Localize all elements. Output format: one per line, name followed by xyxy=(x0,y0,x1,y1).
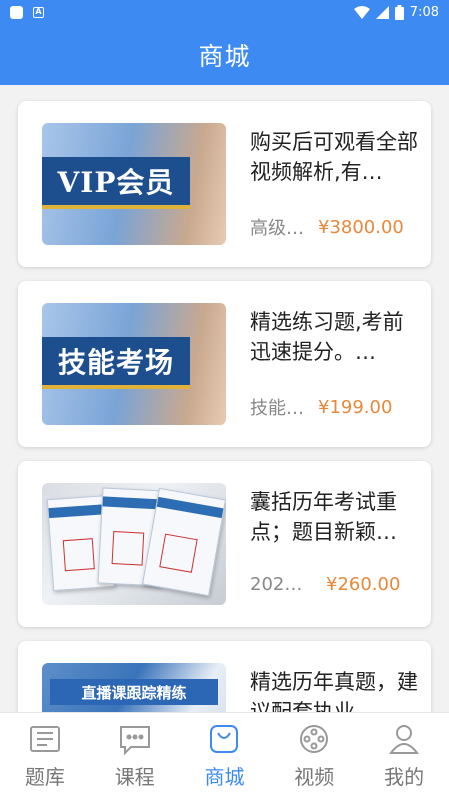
tab-label: 我的 xyxy=(384,765,425,789)
product-name: 2021… xyxy=(250,574,312,595)
wifi-icon xyxy=(353,5,370,19)
a-notification-icon: A xyxy=(33,6,44,18)
tab-label: 课程 xyxy=(114,765,155,789)
tab-question-bank[interactable]: 题库 xyxy=(5,713,85,790)
tab-video[interactable]: 视频 xyxy=(274,713,354,790)
video-reel-icon xyxy=(300,725,329,753)
status-right: 7:08 xyxy=(353,4,439,20)
product-description: 囊括历年考试重点；题目新颖… xyxy=(250,490,397,544)
tab-label: 商城 xyxy=(204,765,245,789)
tab-shop[interactable]: 商城 xyxy=(184,713,264,790)
profile-icon xyxy=(389,725,420,754)
product-price: ¥3800.00 xyxy=(318,216,404,238)
tab-label: 题库 xyxy=(24,765,65,789)
product-price: ¥199.00 xyxy=(318,396,393,418)
product-list[interactable]: VIP会员 购买后可观看全部视频解析,有… 高级… ¥3800.00 技能考场 … xyxy=(0,85,449,712)
tab-mine[interactable]: 我的 xyxy=(364,713,444,790)
status-time: 7:08 xyxy=(409,4,439,20)
product-card[interactable]: 囊括历年考试重点；题目新颖… 2021… ¥260.00 xyxy=(18,461,431,627)
book-title-text: 直播课跟踪精练 xyxy=(50,679,218,705)
product-image: 直播课跟踪精练 xyxy=(42,663,226,712)
product-image: 技能考场 xyxy=(42,303,226,425)
status-left: A xyxy=(10,5,44,19)
product-image xyxy=(42,483,226,605)
banner-text: 技能考场 xyxy=(42,337,190,389)
page-title: 商城 xyxy=(0,24,449,85)
tab-course[interactable]: 课程 xyxy=(95,713,175,790)
app-notification-icon xyxy=(10,5,23,19)
product-description: 精选历年真题，建议配套执业… xyxy=(250,670,418,712)
product-image: VIP会员 xyxy=(42,123,226,245)
status-bar: A 7:08 xyxy=(0,0,449,24)
product-price: ¥260.00 xyxy=(326,574,401,595)
product-description: 精选练习题,考前迅速提分。… xyxy=(250,310,404,364)
question-bank-icon xyxy=(29,726,60,752)
battery-icon xyxy=(394,4,404,20)
bottom-tab-bar: 题库 课程 商城 视频 我的 xyxy=(0,712,449,800)
product-card[interactable]: 直播课跟踪精练 精选历年真题，建议配套执业… xyxy=(18,641,431,712)
product-card[interactable]: VIP会员 购买后可观看全部视频解析,有… 高级… ¥3800.00 xyxy=(18,101,431,267)
product-card[interactable]: 技能考场 精选练习题,考前迅速提分。… 技能… ¥199.00 xyxy=(18,281,431,447)
banner-text: VIP会员 xyxy=(42,157,190,209)
course-chat-icon xyxy=(119,726,150,756)
shopping-bag-icon xyxy=(210,725,239,753)
product-description: 购买后可观看全部视频解析,有… xyxy=(250,130,418,184)
product-name: 技能… xyxy=(250,398,304,419)
signal-icon xyxy=(375,5,389,19)
product-name: 高级… xyxy=(250,218,304,239)
tab-label: 视频 xyxy=(294,765,335,789)
